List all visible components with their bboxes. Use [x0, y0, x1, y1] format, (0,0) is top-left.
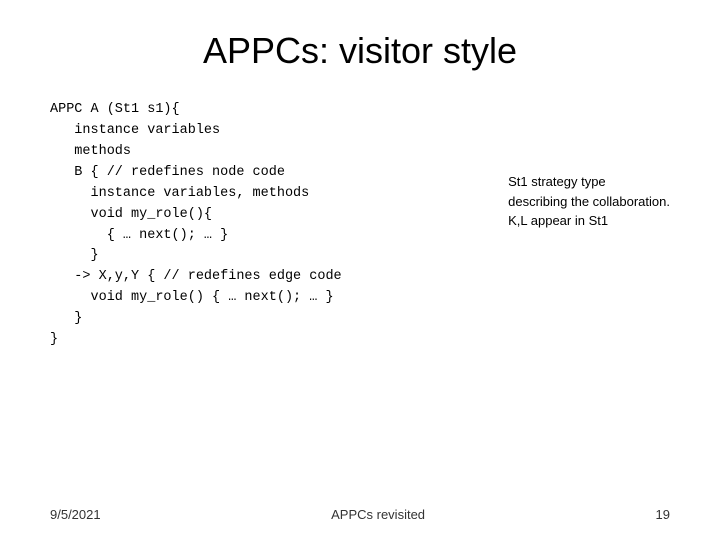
annotation-line3: K,L appear in St1: [508, 213, 608, 228]
footer-page: 19: [656, 507, 670, 522]
footer: 9/5/2021 APPCs revisited 19: [0, 507, 720, 522]
slide-title: APPCs: visitor style: [50, 30, 670, 72]
slide: APPCs: visitor style APPC A (St1 s1){ in…: [0, 0, 720, 540]
annotation: St1 strategy type describing the collabo…: [508, 172, 670, 231]
footer-date: 9/5/2021: [50, 507, 101, 522]
code-block: APPC A (St1 s1){ instance variables meth…: [50, 100, 488, 351]
content-area: APPC A (St1 s1){ instance variables meth…: [50, 100, 670, 351]
footer-title: APPCs revisited: [331, 507, 425, 522]
annotation-line1: St1 strategy type: [508, 174, 606, 189]
annotation-line2: describing the collaboration.: [508, 194, 670, 209]
